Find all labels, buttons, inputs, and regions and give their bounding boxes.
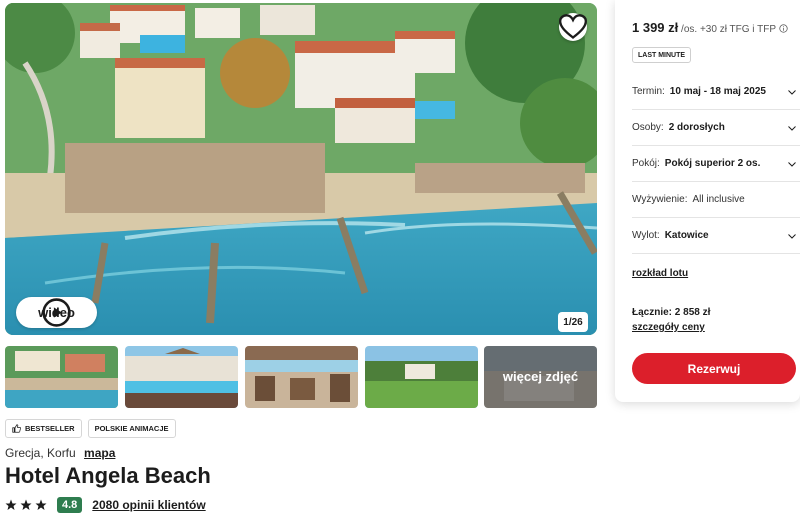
more-photos-thumbnail[interactable]: więcej zdjęć (484, 346, 597, 408)
score-badge: 4.8 (57, 497, 83, 513)
chevron-down-icon (788, 161, 796, 167)
last-minute-tag: LAST MINUTE (632, 47, 692, 63)
price-row: 1 399 zł /os. +30 zł TFG i TFP (632, 20, 788, 35)
star-icon (5, 499, 17, 510)
favorite-button[interactable] (559, 13, 587, 41)
term-value: 10 maj - 18 maj 2025 (669, 86, 766, 97)
reserve-button[interactable]: Rezerwuj (632, 353, 796, 384)
bestseller-badge: BESTSELLER (5, 419, 82, 438)
thumbs-up-icon (12, 424, 21, 433)
board-value: All inclusive (692, 194, 745, 205)
chevron-down-icon (788, 233, 796, 239)
departure-selector[interactable]: Wylot: Katowice (632, 218, 800, 254)
reviews-link[interactable]: 2080 opinii klientów (92, 498, 205, 512)
play-icon (42, 298, 71, 327)
room-selector[interactable]: Pokój: Pokój superior 2 os. (632, 146, 800, 182)
persons-label: Osoby: (632, 122, 664, 133)
info-icon[interactable] (778, 24, 788, 33)
chevron-down-icon (788, 125, 796, 131)
departure-label: Wylot: (632, 230, 660, 241)
heart-icon (559, 14, 587, 39)
star-icon (20, 499, 32, 510)
hotel-name: Hotel Angela Beach (5, 463, 211, 488)
rating-row: 4.8 2080 opinii klientów (5, 497, 206, 513)
board-label: Wyżywienie: (632, 194, 688, 205)
bestseller-label: BESTSELLER (25, 424, 75, 433)
thumbnail-strip: więcej zdjęć (5, 346, 597, 408)
thumbnail-1[interactable] (5, 346, 118, 408)
fees-text: +30 zł TFG i TFP (699, 24, 776, 35)
persons-value: 2 dorosłych (668, 122, 725, 133)
room-value: Pokój superior 2 os. (664, 158, 761, 169)
departure-value: Katowice (664, 230, 709, 241)
photo-counter: 1/26 (558, 312, 588, 332)
hotel-location: Grecja, Korfu mapa (5, 446, 115, 460)
price-value: 1 399 zł (632, 20, 679, 35)
chevron-down-icon (788, 89, 796, 95)
price-unit: /os. (681, 24, 698, 35)
badge-list: BESTSELLER POLSKIE ANIMACJE (5, 419, 176, 438)
flight-schedule-link[interactable]: rozkład lotu (632, 268, 688, 279)
location-text: Grecja, Korfu (5, 446, 76, 460)
star-rating (5, 499, 47, 511)
room-label: Pokój: (632, 158, 660, 169)
polish-animations-badge: POLSKIE ANIMACJE (87, 419, 176, 438)
hotel-aerial-image (5, 3, 597, 335)
thumbnail-3[interactable] (245, 346, 358, 408)
map-link[interactable]: mapa (84, 446, 115, 460)
term-label: Termin: (632, 86, 665, 97)
polish-animations-label: POLSKIE ANIMACJE (94, 424, 169, 433)
star-icon (35, 499, 47, 510)
booking-panel: 1 399 zł /os. +30 zł TFG i TFP LAST MINU… (615, 0, 800, 402)
total-price: Łącznie: 2 858 zł (632, 307, 711, 318)
thumbnail-4[interactable] (365, 346, 478, 408)
board-field: Wyżywienie: All inclusive (632, 182, 800, 218)
term-selector[interactable]: Termin: 10 maj - 18 maj 2025 (632, 74, 800, 110)
persons-selector[interactable]: Osoby: 2 dorosłych (632, 110, 800, 146)
main-photo[interactable]: wideo 1/26 (5, 3, 597, 335)
more-photos-label: więcej zdjęć (484, 346, 597, 408)
price-details-link[interactable]: szczegóły ceny (632, 322, 705, 333)
thumbnail-2[interactable] (125, 346, 238, 408)
video-button[interactable]: wideo (16, 297, 97, 328)
